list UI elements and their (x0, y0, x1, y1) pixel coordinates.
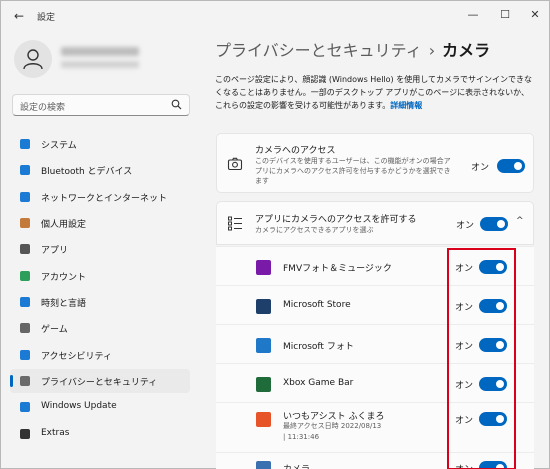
sidebar-item-label: Windows Update (41, 401, 117, 411)
sidebar-item[interactable]: ゲーム (10, 316, 190, 340)
sidebar-item-label: システム (41, 141, 77, 151)
app-name: Microsoft フォト (283, 342, 354, 352)
search-placeholder: 設定の検索 (20, 103, 66, 113)
update-icon (18, 400, 32, 414)
page-title: カメラ (442, 41, 491, 60)
breadcrumb-separator: › (428, 41, 436, 60)
bluetooth-icon (18, 163, 32, 177)
sidebar-item-label: アプリ (41, 246, 69, 256)
maximize-button[interactable]: ☐ (491, 5, 519, 25)
account-icon (18, 269, 32, 283)
toggle-knob (497, 220, 505, 228)
sidebar-item-label: 個人用設定 (41, 220, 87, 230)
sidebar-item-label: アカウント (41, 273, 87, 283)
app-icon (256, 260, 271, 275)
app-last-access: 最終アクセス日時 2022/08/13 (283, 422, 382, 430)
sidebar-item[interactable]: ネットワークとインターネット (10, 185, 190, 209)
app-access-title: アプリにカメラへのアクセスを許可する (255, 215, 417, 225)
profile-email-blurred (61, 61, 139, 68)
accessibility-icon (18, 348, 32, 362)
sidebar-item[interactable]: Bluetooth とデバイス (10, 158, 190, 182)
user-icon (23, 49, 43, 70)
sidebar-item[interactable]: プライバシーとセキュリティ (10, 369, 190, 393)
sidebar-item-label: Extras (41, 428, 70, 438)
search-icon (171, 99, 182, 113)
camera-access-toggle[interactable] (497, 159, 525, 173)
settings-window: ← 設定 — ☐ ✕ 設定の検索 システム Bluetooth とデバイスネットワ… (0, 0, 550, 469)
shield-icon (18, 374, 32, 388)
time-language-icon (18, 295, 32, 309)
page-description: このページ設定により、顔認識 (Windows Hello) を使用してカメラで… (215, 73, 535, 112)
app-name: Microsoft Store (283, 300, 351, 310)
sidebar-item-label: ゲーム (41, 325, 68, 335)
app-icon (256, 338, 271, 353)
sidebar-item[interactable]: アカウント (10, 264, 190, 288)
extras-icon (18, 427, 32, 441)
description-text: このページ設定により、顔認識 (Windows Hello) を使用してカメラで… (215, 75, 532, 110)
app-access-state: オン (456, 221, 475, 231)
sidebar-item[interactable]: アクセシビリティ (10, 343, 190, 367)
sidebar-item-label: プライバシーとセキュリティ (41, 378, 158, 388)
apps-icon (18, 242, 32, 256)
app-access-subtitle: カメラにアクセスできるアプリを選ぶ (255, 226, 374, 234)
profile-name-blurred (61, 47, 139, 56)
window-title: 設定 (37, 13, 56, 23)
highlight-box (447, 248, 516, 469)
app-last-access-time: | 11:31:46 (283, 433, 320, 441)
wifi-icon (18, 190, 32, 204)
minimize-button[interactable]: — (459, 5, 487, 25)
app-name: Xbox Game Bar (283, 378, 354, 388)
system-icon (18, 137, 32, 151)
app-access-toggle[interactable] (480, 217, 508, 231)
sidebar-item-label: アクセシビリティ (41, 352, 113, 362)
back-button[interactable]: ← (11, 8, 27, 24)
chevron-up-icon[interactable]: ^ (516, 216, 524, 226)
app-name: FMVフォト＆ミュージック (283, 264, 392, 274)
search-input[interactable]: 設定の検索 (12, 94, 190, 116)
sidebar-item-label: Bluetooth とデバイス (41, 167, 133, 177)
breadcrumb-parent[interactable]: プライバシーとセキュリティ (215, 41, 422, 60)
sidebar-item[interactable]: Windows Update (10, 395, 190, 419)
camera-access-title: カメラへのアクセス (255, 146, 336, 156)
camera-access-state: オン (471, 163, 490, 173)
gaming-icon (18, 321, 32, 335)
app-icon (256, 377, 271, 392)
sidebar-item[interactable]: 個人用設定 (10, 211, 190, 235)
sidebar-item[interactable]: Extras (10, 422, 190, 446)
active-indicator (10, 375, 13, 387)
app-icon (256, 412, 271, 427)
personalization-icon (18, 216, 32, 230)
app-access-card[interactable]: アプリにカメラへのアクセスを許可する カメラにアクセスできるアプリを選ぶ オン … (216, 201, 534, 245)
toggle-knob (514, 162, 522, 170)
camera-access-card: カメラへのアクセス このデバイスを使用するユーザーは、この機能がオンの場合アプリ… (216, 133, 534, 193)
sidebar-item-label: ネットワークとインターネット (41, 194, 168, 204)
breadcrumb: プライバシーとセキュリティ › カメラ (215, 37, 490, 61)
list-icon (228, 216, 242, 231)
sidebar-item-label: 時刻と言語 (41, 299, 87, 309)
camera-access-subtitle: このデバイスを使用するユーザーは、この機能がオンの場合アプリにカメラへのアクセス… (255, 157, 451, 185)
app-icon (256, 461, 271, 469)
title-bar: ← 設定 — ☐ ✕ (1, 1, 549, 31)
sidebar-item[interactable]: システム (10, 132, 190, 156)
sidebar-item[interactable]: アプリ (10, 237, 190, 261)
app-name: カメラ (283, 462, 310, 469)
sidebar-item[interactable]: 時刻と言語 (10, 290, 190, 314)
avatar[interactable] (14, 40, 52, 78)
app-icon (256, 299, 271, 314)
learn-more-link[interactable]: 詳細情報 (390, 101, 422, 110)
close-button[interactable]: ✕ (521, 5, 549, 25)
camera-icon (227, 157, 243, 171)
